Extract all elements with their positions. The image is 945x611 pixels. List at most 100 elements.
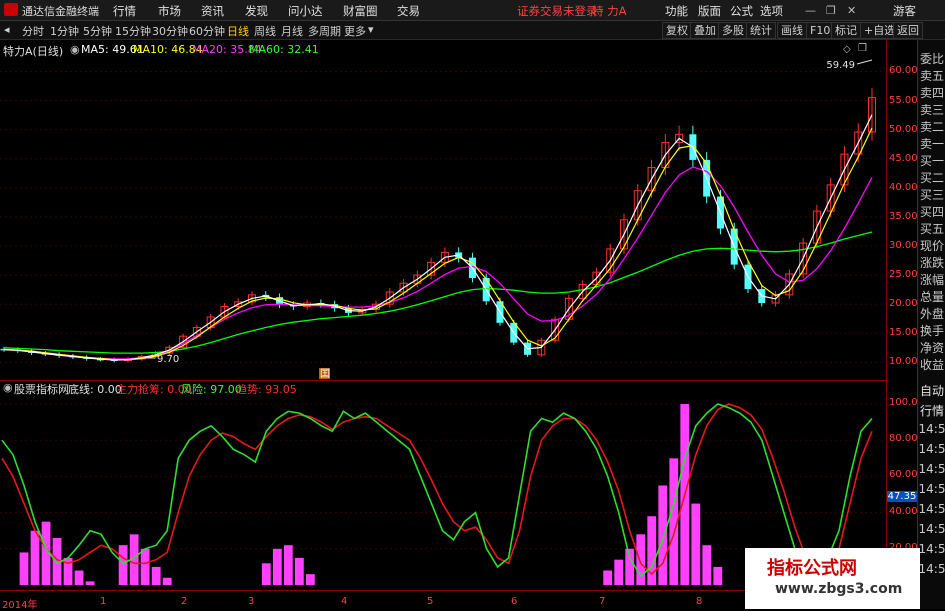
close-icon[interactable]: ✕ — [847, 4, 856, 17]
menu-banmian[interactable]: 版面 — [698, 3, 721, 19]
menu-jiaoyi[interactable]: 交易 — [397, 3, 420, 19]
menu-gongneng[interactable]: 功能 — [665, 3, 688, 19]
side-label[interactable]: 买三 — [918, 186, 945, 203]
menu-zixun[interactable]: 资讯 — [201, 3, 224, 19]
price-axis-tick: 15.00 — [889, 327, 918, 339]
side-label[interactable]: 卖二 — [918, 118, 945, 135]
indicator-bar — [74, 570, 84, 585]
x-tick-4: 4 — [341, 596, 348, 607]
x-tick-2: 2 — [181, 596, 188, 607]
menu-shichang[interactable]: 市场 — [158, 3, 181, 19]
side-label[interactable]: 委比 — [918, 50, 945, 67]
side-label[interactable]: 卖一 — [918, 135, 945, 152]
period-60min[interactable]: 60分钟 — [189, 23, 225, 39]
app-title: 通达信金融终端 — [22, 5, 99, 18]
side-label[interactable]: 卖四 — [918, 84, 945, 101]
menu-faxian[interactable]: 发现 — [245, 3, 268, 19]
indicator-bar — [30, 530, 40, 585]
side-time-label: 14:5 — [918, 502, 945, 516]
price-axis-tick: 10.00 — [889, 356, 918, 368]
minimize-icon[interactable]: — — [805, 4, 816, 17]
side-label[interactable]: 买二 — [918, 169, 945, 186]
side-time-label: 14:5 — [918, 422, 945, 436]
period-5min[interactable]: 5分钟 — [83, 23, 112, 39]
side-time-label: 14:5 — [918, 542, 945, 556]
chevron-down-icon[interactable]: ▾ — [368, 23, 374, 36]
period-daily[interactable]: 日线 — [227, 23, 249, 39]
x-tick-6: 6 — [511, 596, 518, 607]
period-1min[interactable]: 1分钟 — [50, 23, 79, 39]
side-label[interactable]: 买五 — [918, 220, 945, 237]
period-15min[interactable]: 15分钟 — [115, 23, 151, 39]
panel-restore-icon[interactable]: ❐ — [858, 43, 867, 54]
side-label[interactable]: 买一 — [918, 152, 945, 169]
app-logo-icon — [4, 3, 18, 16]
btn-tongji[interactable]: 统计 — [746, 22, 776, 39]
side-label[interactable]: 外盘 — [918, 305, 945, 322]
indicator-dixian: 底线: 0.00 — [68, 383, 122, 396]
side-label[interactable]: 净资 — [918, 339, 945, 356]
indicator-bar — [636, 534, 646, 585]
period-multi[interactable]: 多周期 — [308, 23, 341, 39]
side-label[interactable]: 收益 — [918, 356, 945, 373]
side-quote-panel: 委比 卖五 卖四 卖三 卖二 卖一 买一 买二 买三 买四 买五 现价 涨跌 涨幅 总量 外盘 换手 净资 收益自动… — [917, 40, 945, 609]
arrow-left-icon[interactable]: ◂ — [4, 23, 10, 36]
indicator-bar — [603, 570, 613, 585]
indicator-bar — [272, 548, 282, 585]
side-label[interactable]: 买四 — [918, 203, 945, 220]
indicator-axis-tick: 40.00 — [889, 505, 918, 517]
period-monthly[interactable]: 月线 — [281, 23, 303, 39]
x-tick-5: 5 — [427, 596, 434, 607]
price-chart-svg[interactable]: 59.49 9.70 囯 — [0, 40, 886, 380]
btn-fuquan[interactable]: 复权 — [662, 22, 692, 39]
btn-duogu[interactable]: 多股 — [718, 22, 748, 39]
side-time-label: 14:5 — [918, 482, 945, 496]
restore-icon[interactable]: ❐ — [826, 4, 836, 17]
menu-gongshi[interactable]: 公式 — [730, 3, 753, 19]
price-axis-tick: 50.00 — [889, 123, 918, 135]
side-label[interactable]: 卖三 — [918, 101, 945, 118]
indicator-bar — [261, 563, 271, 585]
price-axis-tick: 35.00 — [889, 210, 918, 222]
period-weekly[interactable]: 周线 — [254, 23, 276, 39]
period-fenshi[interactable]: 分时 — [22, 23, 44, 39]
event-marker-label: 囯 — [320, 368, 330, 380]
menu-hangqing[interactable]: 行情 — [113, 3, 136, 19]
btn-huaxian[interactable]: 画线 — [777, 22, 807, 39]
period-30min[interactable]: 30分钟 — [152, 23, 188, 39]
period-toolbar: ◂ 分时 1分钟 5分钟 15分钟 30分钟 60分钟 日线 周线 月线 多周期… — [0, 21, 945, 40]
diamond-icon[interactable]: ◇ — [843, 44, 851, 55]
period-more[interactable]: 更多 — [344, 23, 366, 39]
menu-wenxiaoda[interactable]: 问小达 — [288, 3, 323, 19]
indicator-gear-icon[interactable]: ◉ — [3, 381, 13, 394]
menu-xuanxiang[interactable]: 选项 — [760, 3, 783, 19]
indicator-name[interactable]: 股票指标网 — [14, 381, 69, 397]
price-axis-tick: 45.00 — [889, 152, 918, 164]
login-notice[interactable]: 证券交易未登录 — [517, 3, 598, 19]
side-label[interactable]: 现价 — [918, 237, 945, 254]
side-auto-label[interactable]: 行情 — [918, 402, 945, 419]
btn-biaoji[interactable]: 标记 — [831, 22, 861, 39]
side-time-label: 14:5 — [918, 562, 945, 576]
indicator-bar — [85, 581, 95, 585]
high-price-label: 59.49 — [826, 60, 855, 71]
high-price-arrow — [856, 59, 873, 65]
btn-back[interactable]: 返回 — [893, 22, 923, 39]
side-label[interactable]: 卖五 — [918, 67, 945, 84]
side-label[interactable]: 涨幅 — [918, 271, 945, 288]
indicator-fengxian: 风险: 97.00 — [181, 383, 242, 396]
menu-caifuquan[interactable]: 财富圈 — [343, 3, 378, 19]
btn-diejia[interactable]: 叠加 — [690, 22, 720, 39]
legend-gear-icon[interactable]: ◉ — [70, 43, 80, 56]
side-auto-label[interactable]: 自动 — [918, 382, 945, 399]
price-chart-panel[interactable]: 59.49 9.70 囯 — [0, 40, 886, 380]
side-time-label: 14:5 — [918, 522, 945, 536]
side-label[interactable]: 总量 — [918, 288, 945, 305]
indicator-bar — [614, 559, 624, 585]
price-axis-tick: 55.00 — [889, 94, 918, 106]
side-label[interactable]: 换手 — [918, 322, 945, 339]
x-tick-7: 7 — [599, 596, 606, 607]
price-axis-tick: 20.00 — [889, 298, 918, 310]
guest-label[interactable]: 游客 — [893, 3, 916, 19]
side-label[interactable]: 涨跌 — [918, 254, 945, 271]
